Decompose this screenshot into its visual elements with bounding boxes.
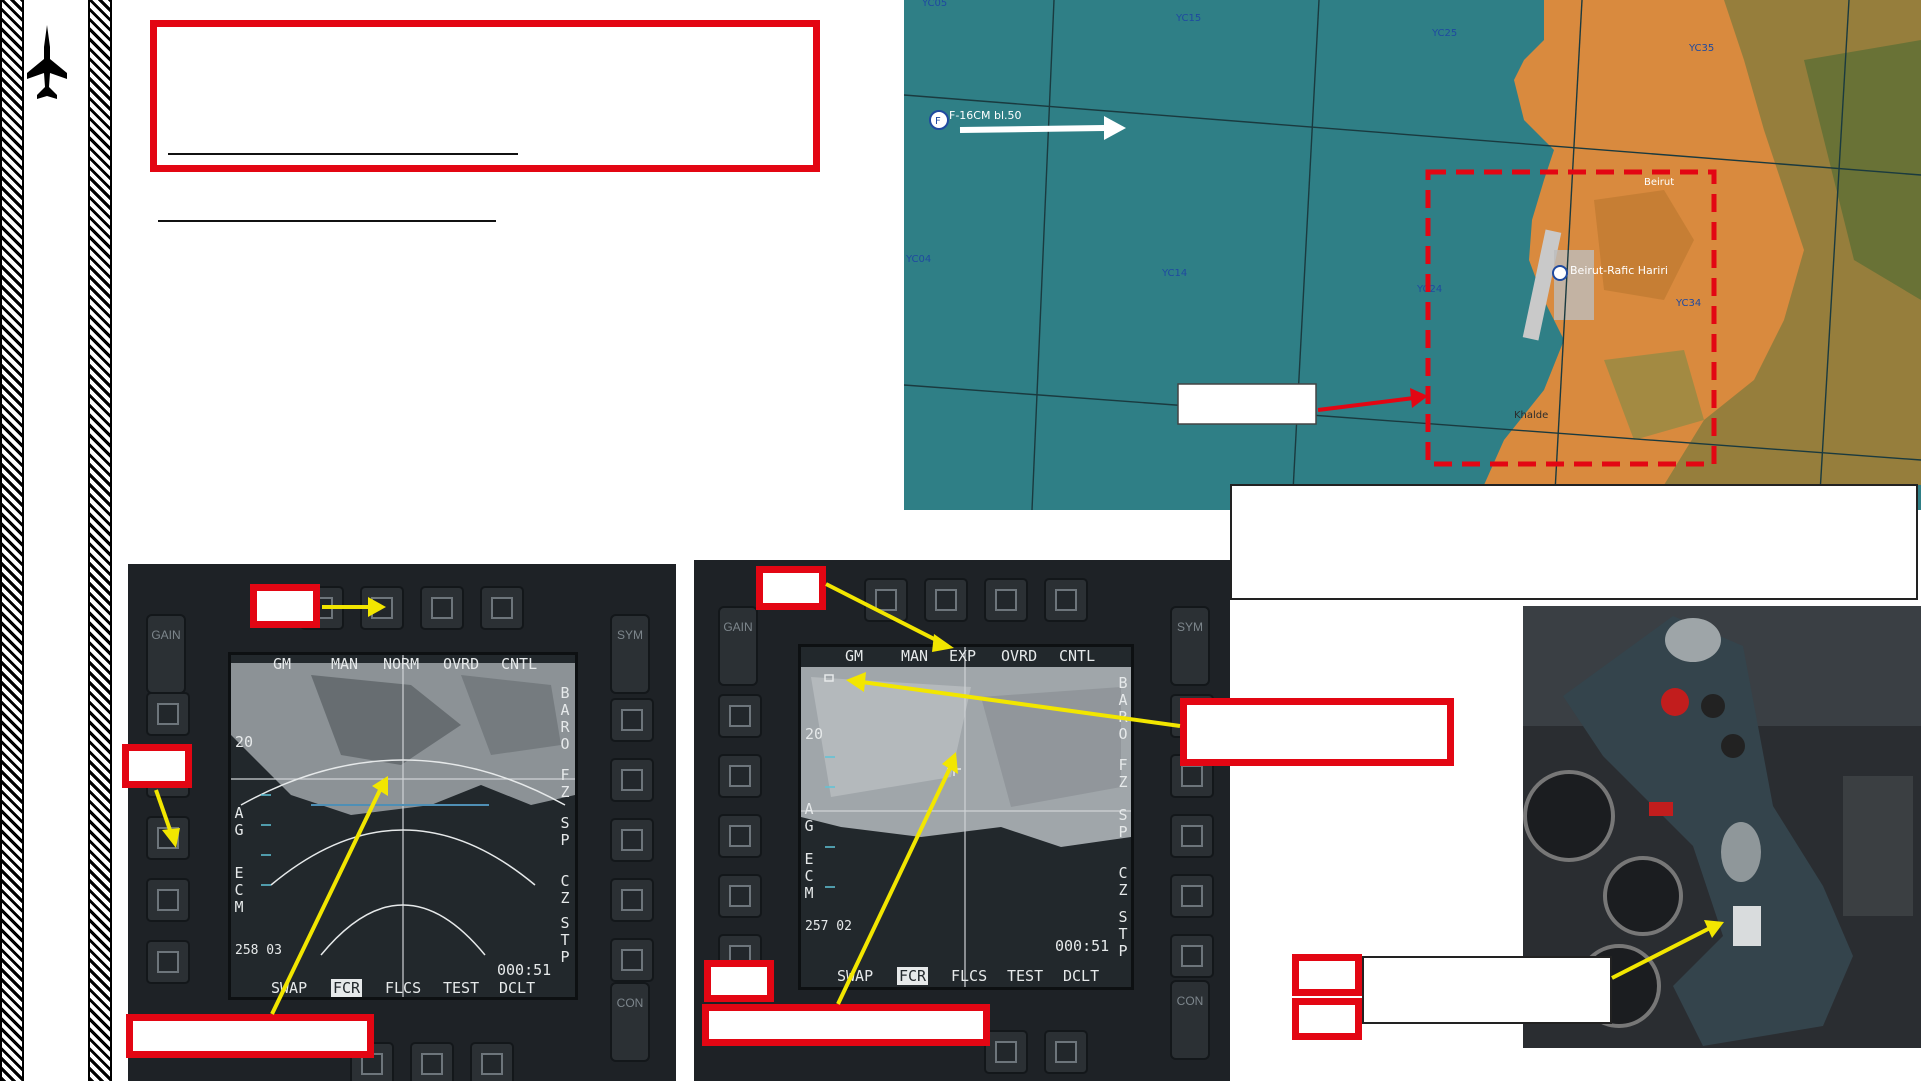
annotation-arrows [154,582,1724,1015]
